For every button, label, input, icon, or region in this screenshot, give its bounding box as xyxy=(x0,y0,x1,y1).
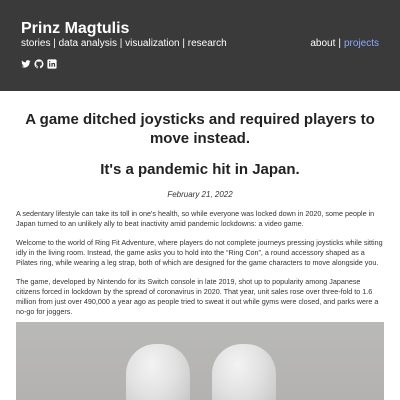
article: A game ditched joysticks and required pl… xyxy=(16,110,384,317)
right-sock-shape xyxy=(212,344,276,400)
github-icon[interactable] xyxy=(34,59,44,69)
nav-projects-link[interactable]: projects xyxy=(344,38,379,49)
twitter-icon[interactable] xyxy=(21,59,31,69)
site-name[interactable]: Prinz Magtulis xyxy=(21,20,129,38)
article-date: February 21, 2022 xyxy=(167,190,233,199)
left-sock-shape xyxy=(126,344,190,400)
site-header: Prinz Magtulis stories | data analysis |… xyxy=(0,0,400,91)
site-nav: about | projects xyxy=(310,38,379,49)
article-subheadline: It's a pandemic hit in Japan. xyxy=(100,161,300,178)
article-paragraph: A sedentary lifestyle can take its toll … xyxy=(16,209,375,228)
nav-about-link[interactable]: about xyxy=(310,38,335,49)
article-headline: A game ditched joysticks and required pl… xyxy=(25,111,375,147)
article-paragraph: The game, developed by Nintendo for its … xyxy=(16,277,379,316)
linkedin-icon[interactable] xyxy=(47,59,57,69)
site-tagline: stories | data analysis | visualization … xyxy=(21,38,227,49)
social-links xyxy=(21,59,57,69)
nav-separator: | xyxy=(338,38,341,49)
article-hero-image xyxy=(16,322,384,400)
article-paragraph: Welcome to the world of Ring Fit Adventu… xyxy=(16,238,383,267)
